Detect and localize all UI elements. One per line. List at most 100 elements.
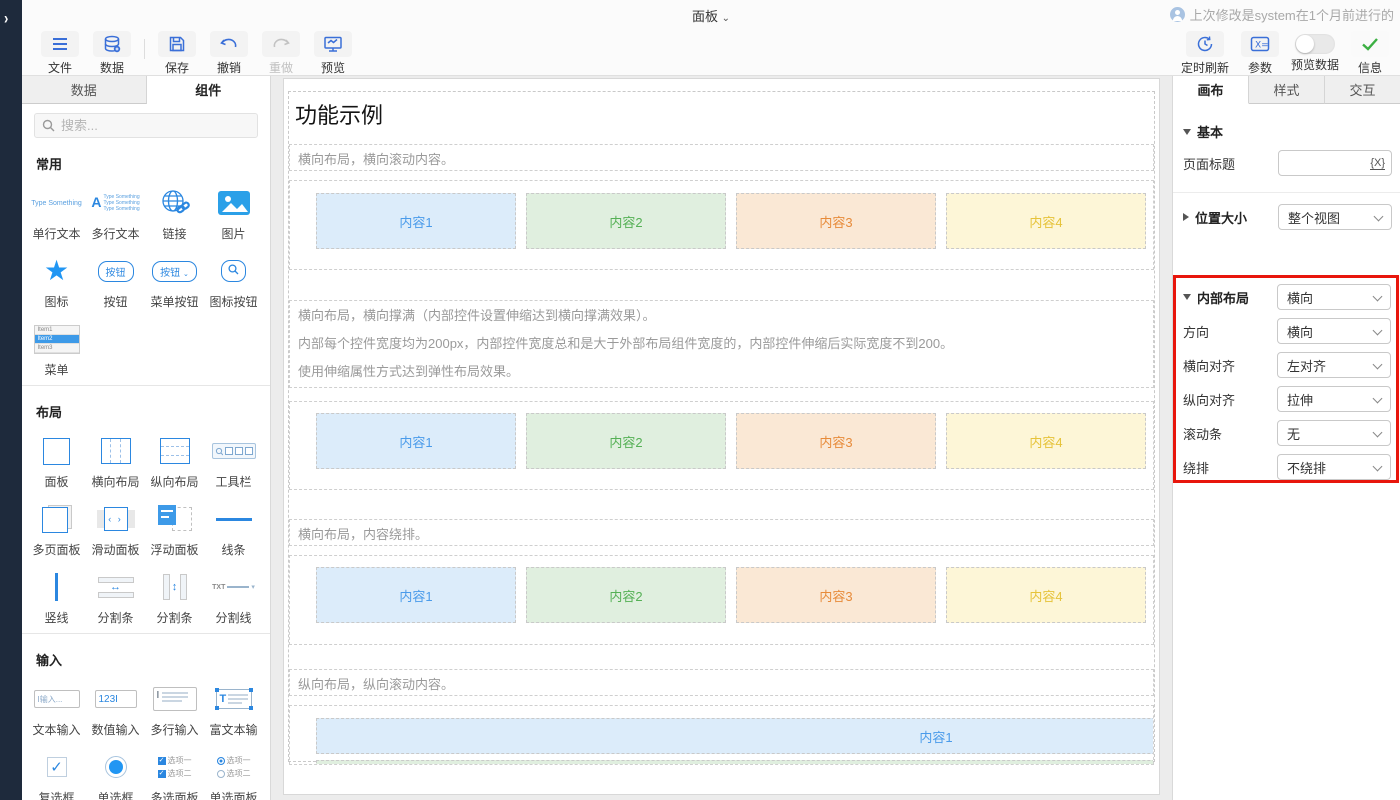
hwrap-container[interactable]: 内容1 内容2 内容3 内容4 xyxy=(289,555,1154,645)
palette-item-multipage-panel[interactable]: 多页面板 xyxy=(27,497,86,557)
app-root: › 面板 ⌄ 上次修改是system在1个月前进行的 文件 数据 保存 xyxy=(0,0,1400,800)
palette-item-checkbox[interactable]: ✓ 复选框 xyxy=(27,745,86,800)
palette-item-text-input[interactable]: I输入... 文本输入 xyxy=(27,677,86,737)
palette-item-single-line-text[interactable]: Type Something 单行文本 xyxy=(27,181,86,241)
palette-item-radio[interactable]: 单选框 xyxy=(86,745,145,800)
scrollbar-select[interactable]: 无 xyxy=(1277,420,1391,446)
content-box-2[interactable]: 内容2 xyxy=(526,193,726,249)
preview-button[interactable]: 预览 xyxy=(307,31,359,76)
hscroll-container[interactable]: 内容1 内容2 内容3 内容4 xyxy=(289,180,1154,270)
content-box-2[interactable]: 内容2 xyxy=(526,413,726,469)
desc-block-1[interactable]: 横向布局，横向滚动内容。 xyxy=(289,144,1154,171)
content-box-3[interactable]: 内容3 xyxy=(736,193,936,249)
hfill-container[interactable]: 内容1 内容2 内容3 内容4 xyxy=(289,401,1154,490)
content-box-4[interactable]: 内容4 xyxy=(946,413,1146,469)
page-title-input[interactable]: {X} xyxy=(1278,150,1392,176)
timed-refresh-button[interactable]: 定时刷新 xyxy=(1176,31,1234,76)
content-box-2-wide[interactable] xyxy=(316,760,1154,765)
vertical-align-select[interactable]: 拉伸 xyxy=(1277,386,1391,412)
vscroll-container[interactable]: 内容1 xyxy=(289,705,1154,765)
position-size-select[interactable]: 整个视图 xyxy=(1278,204,1392,230)
palette-item-rich-text-input[interactable]: T 富文本输 xyxy=(204,677,263,737)
search-icon xyxy=(42,119,55,132)
tab-components[interactable]: 组件 xyxy=(147,76,271,104)
content-box-3[interactable]: 内容3 xyxy=(736,567,936,623)
tab-data[interactable]: 数据 xyxy=(22,76,147,104)
save-button[interactable]: 保存 xyxy=(151,31,203,76)
data-button[interactable]: 数据 xyxy=(86,31,138,76)
palette-item-multiline-input[interactable]: I 多行输入 xyxy=(145,677,204,737)
content-box-2[interactable]: 内容2 xyxy=(526,567,726,623)
content-box-4[interactable]: 内容4 xyxy=(946,567,1146,623)
desc-block-2[interactable]: 横向布局，横向撑满（内部控件设置伸缩达到横向撑满效果）。 内部每个控件宽度均为2… xyxy=(289,300,1154,388)
vertical-line-icon xyxy=(55,573,58,601)
palette-item-sliding-panel[interactable]: ‹ › 滑动面板 xyxy=(86,497,145,557)
direction-row: 方向 横向 xyxy=(1183,318,1391,344)
content-box-1[interactable]: 内容1 xyxy=(316,193,516,249)
section-divider xyxy=(22,633,270,634)
content-box-4[interactable]: 内容4 xyxy=(946,193,1146,249)
content-box-1[interactable]: 内容1 xyxy=(316,413,516,469)
content-box-1[interactable]: 内容1 xyxy=(316,567,516,623)
palette-item-horizontal-layout[interactable]: 横向布局 xyxy=(86,429,145,489)
info-button[interactable]: 信息 xyxy=(1344,31,1396,76)
redo-button[interactable]: 重做 xyxy=(255,31,307,76)
inner-layout-header[interactable]: 内部布局 xyxy=(1183,288,1249,307)
variable-icon[interactable]: {X} xyxy=(1370,157,1385,170)
palette-item-menu-button[interactable]: 按钮 ⌄ 菜单按钮 xyxy=(145,249,204,309)
palette-item-splitter-vertical[interactable]: ↕ 分割条 xyxy=(145,565,204,625)
palette-item-icon[interactable]: ★ 图标 xyxy=(27,249,86,309)
palette-item-multi-line-text[interactable]: A Type SomethingType SomethingType Somet… xyxy=(86,181,145,241)
palette-item-line[interactable]: 线条 xyxy=(204,497,263,557)
palette-item-link[interactable]: 链接 xyxy=(145,181,204,241)
tab-interaction[interactable]: 交互 xyxy=(1325,76,1400,104)
palette-item-splitter-horizontal[interactable]: ↔ 分割条 xyxy=(86,565,145,625)
direction-select[interactable]: 横向 xyxy=(1277,318,1391,344)
canvas-root-layout[interactable]: 功能示例 横向布局，横向滚动内容。 内容1 内容2 内容3 内容4 横向布局，横… xyxy=(288,91,1155,762)
tab-canvas[interactable]: 画布 xyxy=(1173,76,1249,104)
horizontal-align-select[interactable]: 左对齐 xyxy=(1277,352,1391,378)
palette-item-vertical-line[interactable]: 竖线 xyxy=(27,565,86,625)
undo-button[interactable]: 撤销 xyxy=(203,31,255,76)
toggle-off-icon[interactable] xyxy=(1295,34,1335,54)
palette-item-menu[interactable]: Item1 Item2 Item3 菜单 xyxy=(27,317,86,377)
desc-block-4[interactable]: 纵向布局，纵向滚动内容。 xyxy=(289,669,1154,696)
palette-item-button[interactable]: 按钮 按钮 xyxy=(86,249,145,309)
palette-item-divider-line[interactable]: TXT▾ 分割线 xyxy=(204,565,263,625)
svg-text:X=: X= xyxy=(1255,41,1269,51)
palette-item-icon-button[interactable]: 图标按钮 xyxy=(204,249,263,309)
palette-item-number-input[interactable]: 123I 数值输入 xyxy=(86,677,145,737)
basic-section-header[interactable]: 基本 xyxy=(1183,122,1223,141)
menu-list-icon: Item1 Item2 Item3 xyxy=(34,325,80,354)
checkbox-panel-icon: ✓选项一 ✓选项二 xyxy=(158,755,192,779)
position-size-header[interactable]: 位置大小 xyxy=(1183,208,1247,227)
scrollbar-row: 滚动条 无 xyxy=(1183,420,1391,446)
inner-layout-select[interactable]: 横向 xyxy=(1277,284,1391,310)
position-size-row: 位置大小 整个视图 xyxy=(1183,204,1392,230)
image-icon xyxy=(218,191,250,215)
palette-item-floating-panel[interactable]: 浮动面板 xyxy=(145,497,204,557)
palette-item-vertical-layout[interactable]: 纵向布局 xyxy=(145,429,204,489)
canvas-card[interactable]: 功能示例 横向布局，横向滚动内容。 内容1 内容2 内容3 内容4 横向布局，横… xyxy=(283,78,1160,795)
palette-item-image[interactable]: 图片 xyxy=(204,181,263,241)
content-box-3[interactable]: 内容3 xyxy=(736,413,936,469)
wrap-select[interactable]: 不绕排 xyxy=(1277,454,1391,480)
palette-item-toolbar[interactable]: 工具栏 xyxy=(204,429,263,489)
palette-item-checkbox-panel[interactable]: ✓选项一 ✓选项二 多选面板 xyxy=(145,745,204,800)
expand-chevron-icon[interactable]: › xyxy=(4,8,8,28)
parameters-button[interactable]: X= 参数 xyxy=(1234,31,1286,76)
canvas-title[interactable]: 功能示例 xyxy=(295,98,383,130)
search-input[interactable] xyxy=(61,118,231,133)
file-button[interactable]: 文件 xyxy=(34,31,86,76)
file-menu-icon xyxy=(51,37,69,51)
content-box-1-wide[interactable]: 内容1 xyxy=(316,718,1154,754)
section-input: 输入 xyxy=(36,650,270,669)
palette-item-panel[interactable]: 面板 xyxy=(27,429,86,489)
search-box[interactable] xyxy=(34,113,258,138)
tab-style[interactable]: 样式 xyxy=(1249,76,1325,104)
preview-data-toggle[interactable]: 预览数据 xyxy=(1286,31,1344,73)
palette-item-radio-panel[interactable]: 选项一 选项二 单选面板 xyxy=(204,745,263,800)
inspector-panel: 画布 样式 交互 基本 页面标题 {X} 位置大小 xyxy=(1172,76,1400,800)
horizontal-align-row: 横向对齐 左对齐 xyxy=(1183,352,1391,378)
desc-block-3[interactable]: 横向布局，内容绕排。 xyxy=(289,519,1154,546)
